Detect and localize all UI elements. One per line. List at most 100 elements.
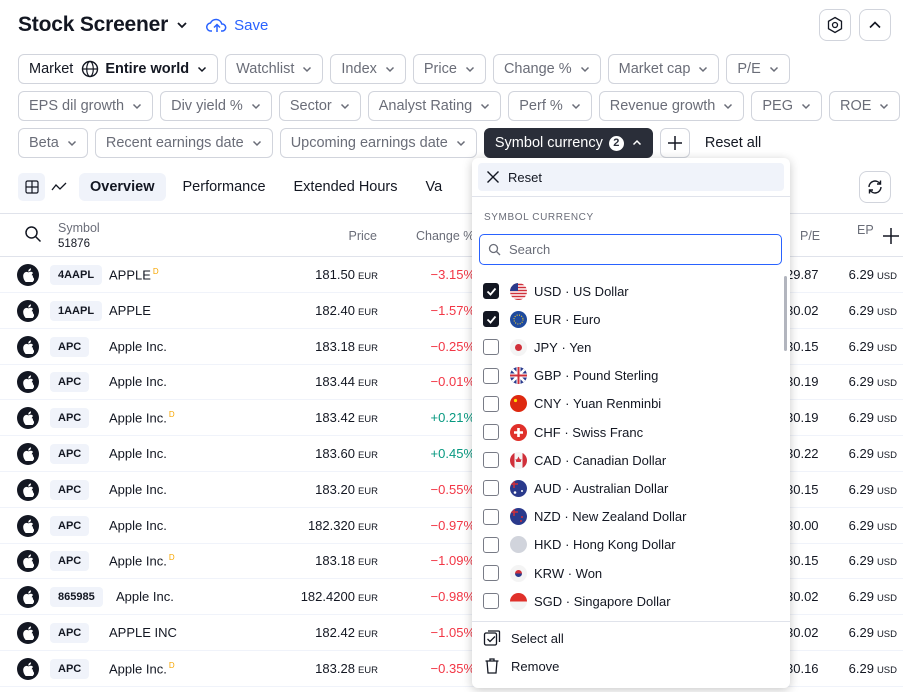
add-column-icon[interactable] [882,227,900,245]
settings-button[interactable] [819,9,851,41]
ticker-badge[interactable]: APC [50,515,90,536]
filter-watchlist[interactable]: Watchlist [225,54,324,84]
filter-recent-earnings-date[interactable]: Recent earnings date [94,128,273,158]
ticker-badge[interactable]: APC [50,551,90,572]
currency-option-nzd[interactable]: NZD · New Zealand Dollar [483,505,686,529]
ticker-badge[interactable]: APC [50,372,90,393]
checkbox[interactable] [483,536,499,553]
currency-code: KRW [534,565,565,581]
currency-option-aud[interactable]: AUD · Australian Dollar [483,476,668,500]
ticker-badge[interactable]: 1AAPL [50,300,103,321]
eps-cell: 6.29 USD [849,482,897,497]
currency-label: EUR [357,378,378,390]
filter-symbol-currency[interactable]: Symbol currency 2 [483,128,653,158]
ticker-badge[interactable]: APC [50,408,90,429]
divider [472,621,790,622]
search-icon [488,243,501,256]
filter-perf[interactable]: Perf % [508,91,592,121]
currency-option-chf[interactable]: CHF · Swiss Franc [483,420,643,444]
currency-option-sgd[interactable]: SGD · Singapore Dollar [483,589,671,613]
ticker-badge[interactable]: APC [50,623,90,643]
checkbox[interactable] [483,508,499,525]
company-name: Apple Inc. D [109,661,175,676]
chevron-down-icon [699,66,708,73]
ticker-badge[interactable]: APC [50,336,90,357]
currency-option-eur[interactable]: EUR · Euro [483,307,600,331]
checkbox[interactable] [483,283,499,299]
tab-extended-hours[interactable]: Extended Hours [283,173,409,201]
select-all-button[interactable]: Select all [483,629,564,647]
filter-market[interactable]: Market Entire world [18,54,219,84]
currency-option-gbp[interactable]: GBP · Pound Sterling [483,364,658,388]
tab-overview[interactable]: Overview [79,173,166,201]
filter-sector[interactable]: Sector [278,91,361,121]
filter-change[interactable]: Change % [492,54,601,84]
search-icon[interactable] [24,225,42,243]
add-filter-button[interactable] [659,128,690,158]
ticker-badge[interactable]: 865985 [50,587,103,608]
change-header[interactable]: Change % [416,229,474,243]
chevron-down-icon[interactable] [174,17,190,33]
eps-cell: 6.29 USD [849,374,897,389]
filter-analyst-rating[interactable]: Analyst Rating [367,91,502,121]
filter-peg[interactable]: PEG [751,91,822,121]
checkbox[interactable] [483,311,499,328]
remove-button[interactable]: Remove [483,657,559,675]
currency-option-usd[interactable]: USD · US Dollar [483,279,629,303]
currency-search-input[interactable] [479,234,782,265]
refresh-button[interactable] [859,171,891,203]
filter-eps-dil-growth[interactable]: EPS dil growth [18,91,154,121]
save-button[interactable]: Save [206,17,268,34]
table-view-button[interactable] [18,173,45,201]
symbol-header[interactable]: Symbol [58,221,100,235]
filter-beta[interactable]: Beta [18,128,88,158]
scrollbar[interactable] [784,276,787,351]
price-value: 183.18 [315,338,355,354]
checkbox[interactable] [483,452,499,469]
filter-market-cap[interactable]: Market cap [607,54,720,84]
separator-dot: · [560,424,573,440]
page-title[interactable]: Stock Screener [18,13,168,37]
currency-option-jpy[interactable]: JPY · Yen [483,335,591,359]
filter-label: Revenue growth [609,98,716,114]
reset-button[interactable]: Reset [478,163,784,191]
checkbox[interactable] [483,480,499,497]
currency-option-hkd[interactable]: HKD · Hong Kong Dollar [483,533,676,557]
apple-logo-icon [23,590,34,605]
checkbox[interactable] [483,339,499,356]
price-header[interactable]: Price [349,229,377,243]
reset-all-button[interactable]: Reset all [697,128,769,158]
checkbox[interactable] [483,367,499,384]
filter-row-3: Beta Recent earnings date Upcoming earning… [18,128,769,158]
tab-performance[interactable]: Performance [172,173,277,201]
tab-va[interactable]: Va [415,173,454,201]
filter-roe[interactable]: ROE [828,91,901,121]
collapse-button[interactable] [859,9,891,41]
chart-view-button[interactable] [45,173,72,201]
currency-label: EUR [357,557,378,569]
filter-price[interactable]: Price [412,54,486,84]
currency-option-krw[interactable]: KRW · Won [483,561,602,585]
ticker-badge[interactable]: APC [50,444,90,464]
separator-dot: · [561,480,574,496]
filter-index[interactable]: Index [330,54,406,84]
checkbox[interactable] [483,395,499,412]
price-value: 182.320 [307,517,355,533]
ticker-badge[interactable]: APC [50,479,90,500]
currency-option-cad[interactable]: CAD · Canadian Dollar [483,448,666,472]
checkbox[interactable] [483,593,499,610]
checkbox[interactable] [483,565,499,581]
eps-currency: USD [876,271,897,282]
filter-p-e[interactable]: P/E [726,54,790,84]
eps-header[interactable]: EP [857,223,874,237]
currency-option-cny[interactable]: CNY · Yuan Renminbi [483,392,661,416]
flag-sg-icon [510,592,527,610]
pe-header[interactable]: P/E [800,229,820,243]
filter-revenue-growth[interactable]: Revenue growth [598,91,745,121]
ticker-badge[interactable]: 4AAPL [50,265,103,285]
filter-upcoming-earnings-date[interactable]: Upcoming earnings date [279,128,477,158]
ticker-badge[interactable]: APC [50,658,90,679]
apple-logo-icon [23,268,34,282]
checkbox[interactable] [483,424,499,440]
filter-div-yield[interactable]: Div yield % [160,91,272,121]
